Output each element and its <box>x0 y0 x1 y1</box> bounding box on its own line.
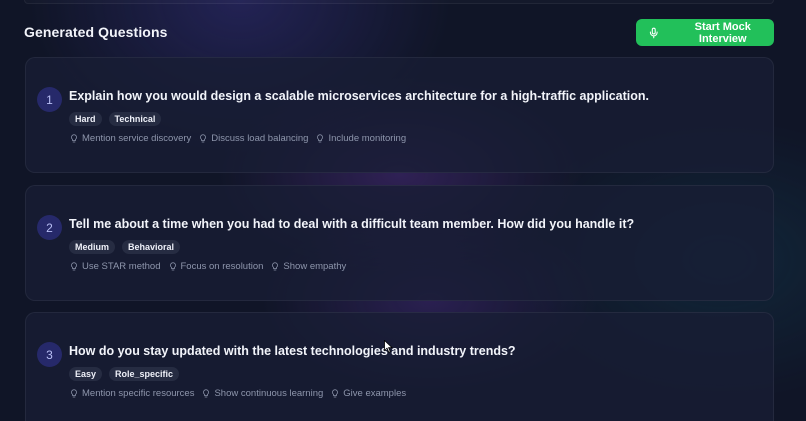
mouse-cursor-icon <box>384 340 393 353</box>
difficulty-tag: Medium <box>69 240 116 254</box>
page-title: Generated Questions <box>24 24 168 40</box>
difficulty-tag: Hard <box>69 112 102 126</box>
lightbulb-icon <box>332 389 339 398</box>
question-card[interactable]: 3 How do you stay updated with the lates… <box>25 312 774 421</box>
previous-section-edge <box>24 0 774 4</box>
question-number-badge: 3 <box>37 342 62 367</box>
lightbulb-icon <box>71 262 77 271</box>
start-mock-interview-label: Start Mock Interview <box>694 20 751 45</box>
lightbulb-icon <box>200 134 207 143</box>
lightbulb-icon <box>71 389 77 398</box>
tip-item: Give examples <box>331 388 406 399</box>
tip-item: Mention specific resources <box>70 388 194 399</box>
question-tags: Medium Behavioral <box>69 240 181 254</box>
category-tag: Behavioral <box>122 240 181 254</box>
question-number-badge: 2 <box>37 215 62 240</box>
tip-item: Discuss load balancing <box>199 133 308 144</box>
question-text: How do you stay updated with the latest … <box>69 344 516 358</box>
question-text: Tell me about a time when you had to dea… <box>69 217 635 231</box>
category-tag: Role_specific <box>109 367 180 381</box>
lightbulb-icon <box>71 134 77 143</box>
tip-item: Mention service discovery <box>70 133 191 144</box>
question-tips: Mention specific resources Show continuo… <box>70 388 406 399</box>
tip-item: Show continuous learning <box>202 388 323 399</box>
tip-item: Use STAR method <box>70 261 161 272</box>
lightbulb-icon <box>169 262 176 271</box>
lightbulb-icon <box>203 389 210 398</box>
tip-item: Include monitoring <box>316 133 406 144</box>
tip-item: Focus on resolution <box>169 261 263 272</box>
question-tags: Easy Role_specific <box>69 367 180 381</box>
question-text: Explain how you would design a scalable … <box>69 89 650 103</box>
question-number-badge: 1 <box>37 87 62 112</box>
lightbulb-icon <box>272 262 279 271</box>
question-tips: Mention service discovery Discuss load b… <box>70 133 406 144</box>
question-tags: Hard Technical <box>69 112 162 126</box>
microphone-icon <box>649 27 658 38</box>
start-mock-interview-button[interactable]: Start Mock Interview <box>636 19 774 46</box>
question-tips: Use STAR method Focus on resolution Show… <box>70 261 346 272</box>
category-tag: Technical <box>108 112 162 126</box>
tip-item: Show empathy <box>271 261 346 272</box>
question-card[interactable]: 2 Tell me about a time when you had to d… <box>25 185 774 301</box>
question-card[interactable]: 1 Explain how you would design a scalabl… <box>25 57 774 173</box>
lightbulb-icon <box>317 134 324 143</box>
difficulty-tag: Easy <box>69 367 103 381</box>
